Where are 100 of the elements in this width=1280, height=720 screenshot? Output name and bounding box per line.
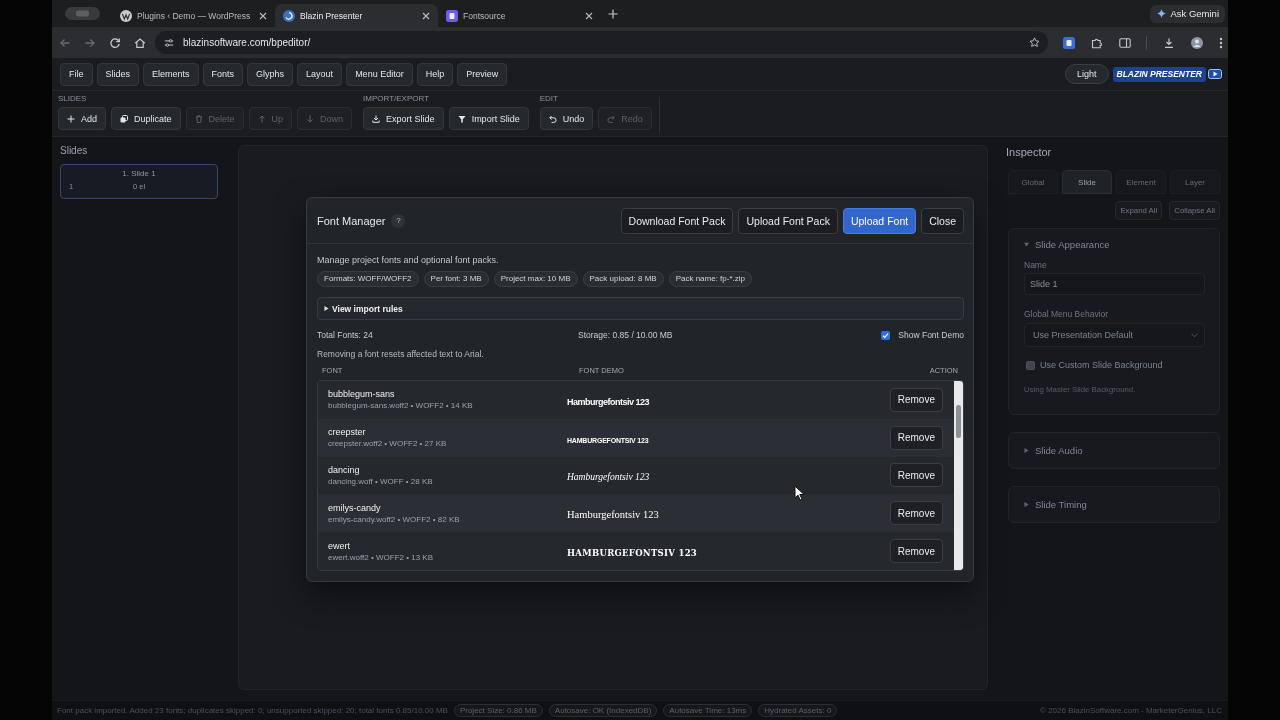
checkbox[interactable] (1026, 360, 1035, 370)
download-icon[interactable] (1163, 36, 1176, 49)
menu-button[interactable]: Layout (297, 62, 343, 86)
scrollbar[interactable] (954, 381, 963, 570)
name-field[interactable]: Slide 1 (1024, 273, 1205, 295)
sliders-icon[interactable] (164, 37, 174, 48)
plus-icon[interactable] (608, 8, 618, 19)
download-icon (372, 114, 381, 123)
browser-tab[interactable]: Fontsource (438, 4, 601, 27)
remove-button[interactable]: Remove (889, 501, 943, 526)
menu-button[interactable]: File (60, 62, 93, 86)
toolbar-button[interactable]: Undo (539, 107, 594, 130)
theme-toggle-button[interactable]: Light (1065, 64, 1109, 84)
avatar-icon[interactable] (1191, 36, 1204, 49)
dialog-button[interactable]: Upload Font (842, 207, 917, 234)
status-item: Autosave Time: 13ms (663, 704, 753, 717)
import-rules-toggle[interactable]: View import rules (317, 297, 964, 320)
select-field[interactable]: Use Presentation Default (1024, 323, 1205, 347)
play-icon (1208, 69, 1222, 79)
badge-icon[interactable] (1063, 36, 1075, 49)
checkbox-label: Use Custom Slide Background (1040, 360, 1163, 370)
storage-text: Storage: 0.85 / 10.00 MB (578, 330, 674, 340)
limit-tag: Pack name: fp-*.zip (668, 271, 753, 287)
panel-title: Slides (60, 144, 89, 158)
address-field[interactable]: blazinsoftware.com/bpeditor/ (155, 31, 1048, 54)
font-sample: Hamburgefontsiv 123 (567, 396, 650, 407)
redo-icon (607, 114, 616, 123)
undo-icon (548, 114, 557, 123)
assistant-button[interactable]: Ask Gemini (1150, 4, 1225, 23)
font-file-info: creepster.woff2 • WOFF2 • 27 KB (328, 438, 448, 450)
browser-tab[interactable]: Blazin Presenter (275, 4, 438, 27)
remove-button[interactable]: Remove (889, 425, 943, 450)
browser-tab[interactable]: Plugins ‹ Demo — WordPress (112, 4, 275, 27)
dialog-title: Font Manager (317, 214, 386, 227)
toolbar-button[interactable]: Import Slide (448, 107, 529, 130)
description-text: Manage project fonts and optional font packs. (317, 254, 500, 266)
remove-button[interactable]: Remove (889, 463, 943, 488)
menu-button[interactable]: Help (416, 62, 454, 86)
arrow-down-icon (306, 114, 315, 123)
mouse-pointer-icon (794, 485, 805, 501)
rounded-rect-icon[interactable] (65, 7, 100, 20)
note-text: Removing a font resets affected text to Arial. (317, 348, 485, 361)
section-header[interactable]: Slide Appearance (1024, 229, 1205, 259)
section-header[interactable]: Slide Audio (1024, 433, 1205, 468)
remove-button[interactable]: Remove (889, 539, 943, 564)
plus-icon (67, 114, 75, 123)
field-label: Name (1024, 259, 1048, 271)
copy-icon (120, 114, 128, 123)
font-sample: Hamburgefontsiv 123 (567, 472, 650, 483)
more-icon[interactable] (1218, 36, 1223, 49)
close-icon[interactable] (422, 11, 430, 20)
limit-tag: Per font: 3 MB (423, 271, 489, 287)
font-file-info: dancing.woff • WOFF • 28 KB (328, 476, 434, 487)
status-item: Project Size: 0.86 MB (453, 704, 543, 717)
dialog-button[interactable]: Upload Font Pack (738, 207, 838, 234)
total-fonts-text: Total Fonts: 24 (317, 330, 374, 340)
scrollbar-thumb[interactable] (956, 405, 961, 438)
close-icon[interactable] (585, 11, 593, 20)
menu-button[interactable]: Preview (457, 62, 508, 86)
limit-tag: Project max: 10 MB (493, 271, 578, 287)
group-label: SLIDES (58, 95, 88, 105)
home-icon[interactable] (134, 36, 146, 49)
toolbar-button[interactable]: Duplicate (111, 107, 181, 130)
font-file-info: emilys-candy.woff2 • WOFF2 • 82 KB (328, 513, 461, 525)
dialog-button[interactable]: Download Font Pack (620, 207, 734, 234)
forward-arrow-icon[interactable] (84, 36, 96, 49)
back-arrow-icon[interactable] (59, 36, 71, 49)
checkbox[interactable] (881, 330, 891, 340)
puzzle-icon[interactable] (1090, 36, 1103, 49)
toolbar-button[interactable]: Add (58, 107, 106, 130)
font-name: emilys-candy (328, 501, 382, 514)
reload-icon[interactable] (109, 36, 121, 49)
arrow-up-icon (257, 114, 266, 123)
menu-button[interactable]: Glyphs (247, 62, 294, 86)
app-logo: BLAZIN PRESENTER (1112, 66, 1206, 82)
font-name: bubblegum-sans (328, 388, 396, 401)
status-item: Autosave: OK (IndexedDB) (548, 704, 658, 717)
circle-logo-icon (120, 9, 132, 22)
slide-title: 1. Slide 1 (121, 169, 157, 179)
menu-button[interactable]: Elements (143, 62, 199, 86)
dialog-button[interactable]: Close (921, 207, 964, 234)
square-logo-icon (446, 9, 458, 22)
menu-button[interactable]: Fonts (202, 62, 244, 86)
inspector-tab[interactable]: Slide (1062, 170, 1112, 194)
toolbar-button[interactable]: Export Slide (363, 107, 444, 130)
remove-button[interactable]: Remove (889, 387, 943, 412)
funnel-icon (457, 114, 466, 123)
font-sample: HAMBURGEFONTSIV 123 (567, 548, 698, 559)
trash-icon (194, 114, 203, 123)
section-header[interactable]: Slide Timing (1024, 487, 1205, 522)
status-item: Hydrated Assets: 0 (758, 704, 838, 717)
checkbox-label: Show Font Demo (898, 330, 964, 340)
star-icon[interactable] (1029, 37, 1040, 48)
side-panel-icon[interactable] (1118, 36, 1131, 49)
font-sample: Hamburgefontsiv 123 (567, 509, 659, 521)
menu-button[interactable]: Slides (96, 62, 140, 86)
close-icon[interactable] (259, 11, 267, 20)
chevron-down-icon (1191, 332, 1198, 338)
menu-button[interactable]: Menu Editor (346, 62, 413, 86)
help-button[interactable]: ? (391, 213, 406, 228)
